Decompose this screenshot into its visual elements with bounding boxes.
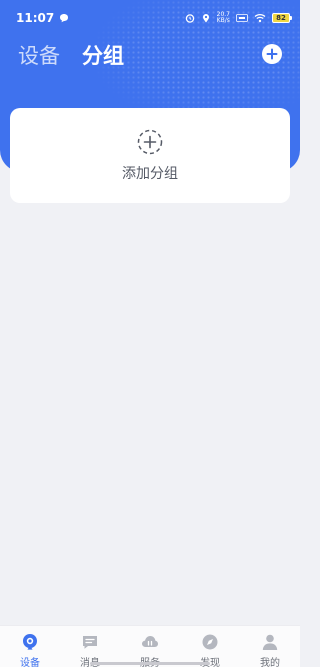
nav-discover-label: 发现 — [200, 658, 220, 667]
message-icon — [83, 636, 97, 649]
nav-services-label: 服务 — [140, 654, 160, 667]
chat-bubble-icon — [60, 14, 69, 23]
nav-devices[interactable]: 设备 — [0, 633, 60, 667]
nav-profile-label: 我的 — [260, 658, 280, 667]
bottom-navigation: 设备 消息 服务 发现 我的 — [0, 625, 300, 667]
network-speed: 20.7 KB/s — [216, 11, 230, 24]
add-group-label: 添加分组 — [122, 165, 178, 182]
hd-icon — [236, 14, 248, 22]
nav-messages-label: 消息 — [80, 654, 100, 667]
alarm-icon — [185, 14, 194, 23]
location-icon — [202, 14, 209, 23]
battery-icon: 82 — [272, 13, 292, 23]
cloud-icon — [142, 636, 158, 647]
dashed-plus-circle-icon — [137, 129, 163, 154]
tab-devices[interactable]: 设备 — [18, 40, 60, 70]
wifi-icon — [254, 14, 266, 23]
camera-icon — [23, 634, 37, 650]
add-group-card[interactable]: 添加分组 — [10, 108, 290, 203]
nav-profile[interactable]: 我的 — [240, 633, 300, 667]
add-button[interactable] — [262, 44, 282, 64]
user-icon — [262, 634, 278, 650]
tab-groups[interactable]: 分组 — [82, 40, 124, 70]
compass-icon — [202, 634, 218, 650]
header-tabs: 设备 分组 — [18, 40, 124, 70]
status-bar: 11:07 20.7 KB/s 82 — [0, 0, 300, 36]
plus-circle-icon — [266, 48, 278, 60]
nav-devices-label: 设备 — [20, 658, 40, 667]
status-time: 11:07 — [16, 11, 55, 25]
home-indicator — [90, 662, 210, 665]
